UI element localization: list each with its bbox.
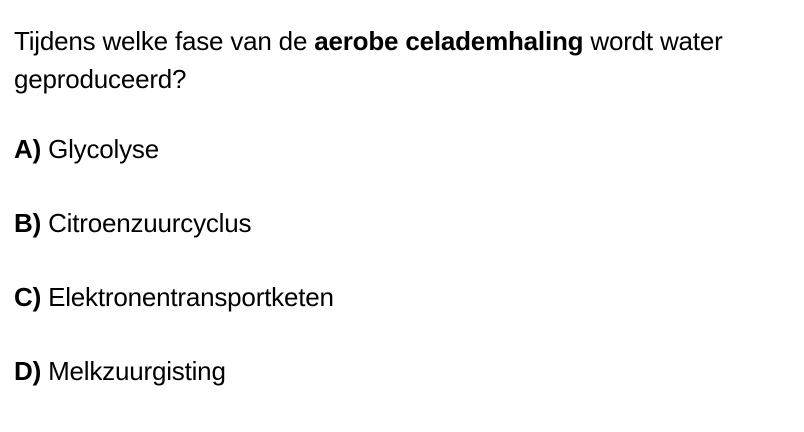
answer-option-b: B) Citroenzuurcyclus (14, 204, 790, 242)
answer-option-a: A) Glycolyse (14, 130, 790, 168)
option-text: Citroenzuurcyclus (41, 208, 252, 238)
option-letter: A) (14, 134, 42, 164)
answer-options: A) Glycolyse B) Citroenzuurcyclus C) Ele… (14, 130, 790, 390)
option-letter: C) (14, 282, 42, 312)
option-text: Melkzuurgisting (41, 356, 226, 386)
option-text: Glycolyse (41, 134, 159, 164)
option-text: Elektronentransportketen (41, 282, 334, 312)
option-letter: D) (14, 356, 42, 386)
question-emphasis: aerobe celademhaling (314, 26, 584, 56)
question-before: Tijdens welke fase van de (14, 26, 315, 56)
answer-option-d: D) Melkzuurgisting (14, 352, 790, 390)
quiz-slide: Tijdens welke fase van de aerobe celadem… (0, 0, 804, 432)
answer-option-c: C) Elektronentransportketen (14, 278, 790, 316)
option-letter: B) (14, 208, 42, 238)
question-text: Tijdens welke fase van de aerobe celadem… (14, 22, 790, 98)
